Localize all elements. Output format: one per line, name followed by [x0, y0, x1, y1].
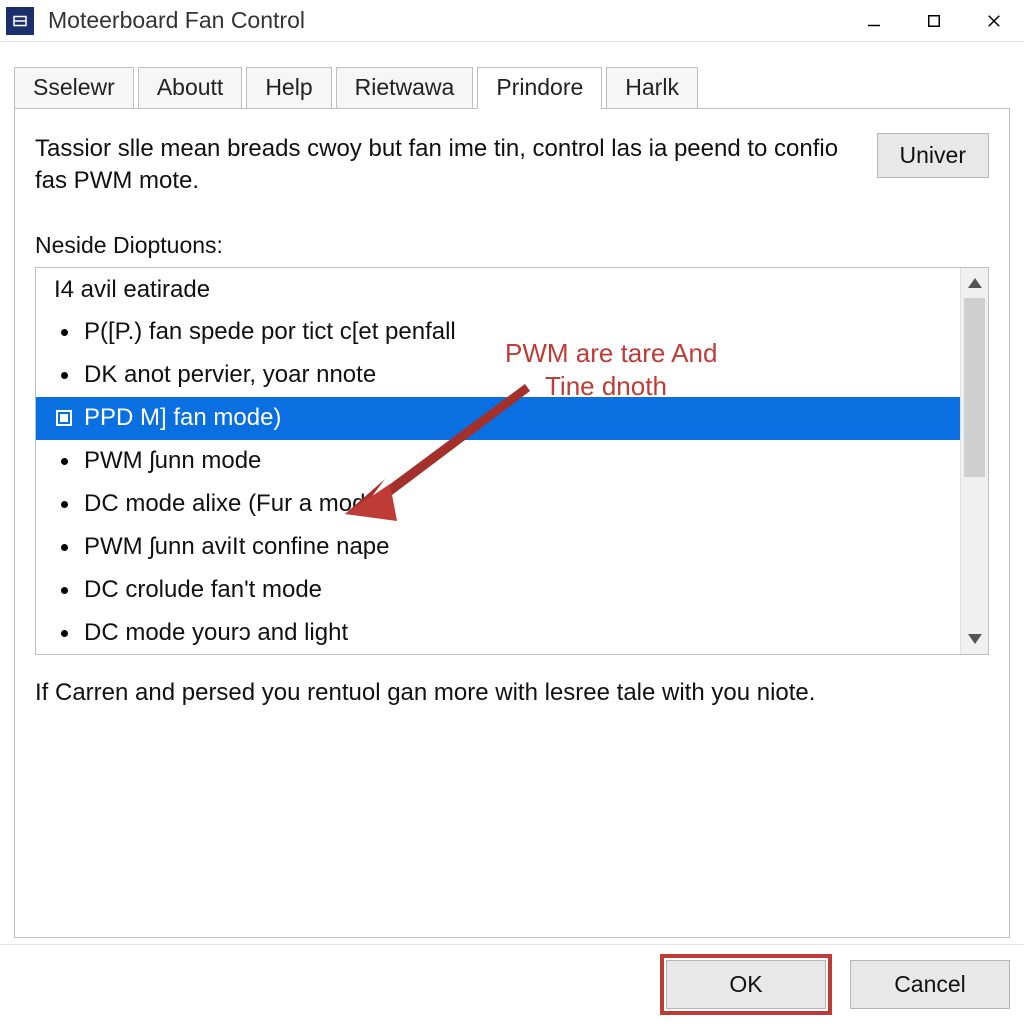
checkbox-icon [56, 410, 72, 426]
tab-aboutt[interactable]: Aboutt [138, 67, 243, 109]
dialog-footer: OK Cancel [0, 944, 1024, 1024]
list-item[interactable]: PPD M] fan mode) [36, 397, 960, 440]
list-item[interactable]: PWM ʃunn mode [36, 440, 960, 483]
tab-rietwawa[interactable]: Rietwawa [336, 67, 474, 109]
bottom-note: If Carren and persed you rentuol gan mor… [35, 679, 989, 707]
list-item[interactable]: DC mode alixe (Fur a mode) [36, 483, 960, 526]
tab-panel-prindore: Tassior slle mean breads cwoy but fan im… [14, 108, 1010, 938]
univer-button[interactable]: Univer [877, 133, 989, 178]
list-item[interactable]: P([P.) fan spede por tict c[et penfall [36, 311, 960, 354]
scroll-up-icon[interactable] [961, 268, 988, 298]
options-listbox[interactable]: I4 avil eatirade P([P.) fan spede por tic… [35, 267, 989, 655]
fan-control-window: Moteerboard Fan Control SselewrAbouttHel… [0, 0, 1024, 1024]
bullet-icon [54, 329, 74, 336]
bullet-icon [54, 587, 74, 594]
list-item[interactable]: DK anot pervier, yoar nnote [36, 354, 960, 397]
list-item[interactable]: PWM ʃunn aviIt confine nape [36, 526, 960, 569]
list-item-label: DC mode yourɔ and light [84, 619, 348, 647]
list-item-label: PWM ʃunn aviIt confine nape [84, 533, 390, 561]
listbox-scrollbar[interactable] [960, 268, 988, 654]
bullet-icon [54, 501, 74, 508]
list-item-label: DC crolude fan't mode [84, 576, 322, 604]
tab-sselewr[interactable]: Sselewr [14, 67, 134, 109]
bullet-icon [54, 630, 74, 637]
app-icon [6, 7, 34, 35]
titlebar: Moteerboard Fan Control [0, 0, 1024, 42]
list-item[interactable]: DC mode yourɔ and light [36, 612, 960, 654]
scroll-down-icon[interactable] [961, 624, 988, 654]
bullet-icon [54, 372, 74, 379]
list-item[interactable]: DC crolude fan't mode [36, 569, 960, 612]
cancel-button[interactable]: Cancel [850, 960, 1010, 1009]
list-item-label: DK anot pervier, yoar nnote [84, 361, 376, 389]
list-header: I4 avil eatirade [36, 268, 960, 311]
bullet-icon [54, 458, 74, 465]
list-item-label: DC mode alixe (Fur a mode) [84, 490, 387, 518]
tab-help[interactable]: Help [246, 67, 331, 109]
window-title: Moteerboard Fan Control [48, 7, 305, 34]
list-label: Neside Dioptuons: [35, 232, 989, 259]
ok-button[interactable]: OK [666, 960, 826, 1009]
list-item-label: PWM ʃunn mode [84, 447, 261, 475]
tab-prindore[interactable]: Prindore [477, 67, 602, 109]
tab-harlk[interactable]: Harlk [606, 67, 698, 109]
list-item-label: PPD M] fan mode) [84, 404, 281, 432]
scrollbar-thumb[interactable] [964, 298, 985, 477]
minimize-button[interactable] [844, 0, 904, 42]
list-item-label: P([P.) fan spede por tict c[et penfall [84, 318, 456, 346]
panel-description: Tassior slle mean breads cwoy but fan im… [35, 133, 857, 198]
close-button[interactable] [964, 0, 1024, 42]
tabstrip: SselewrAbouttHelpRietwawaPrindoreHarlk [14, 66, 1010, 108]
maximize-button[interactable] [904, 0, 964, 42]
bullet-icon [54, 544, 74, 551]
